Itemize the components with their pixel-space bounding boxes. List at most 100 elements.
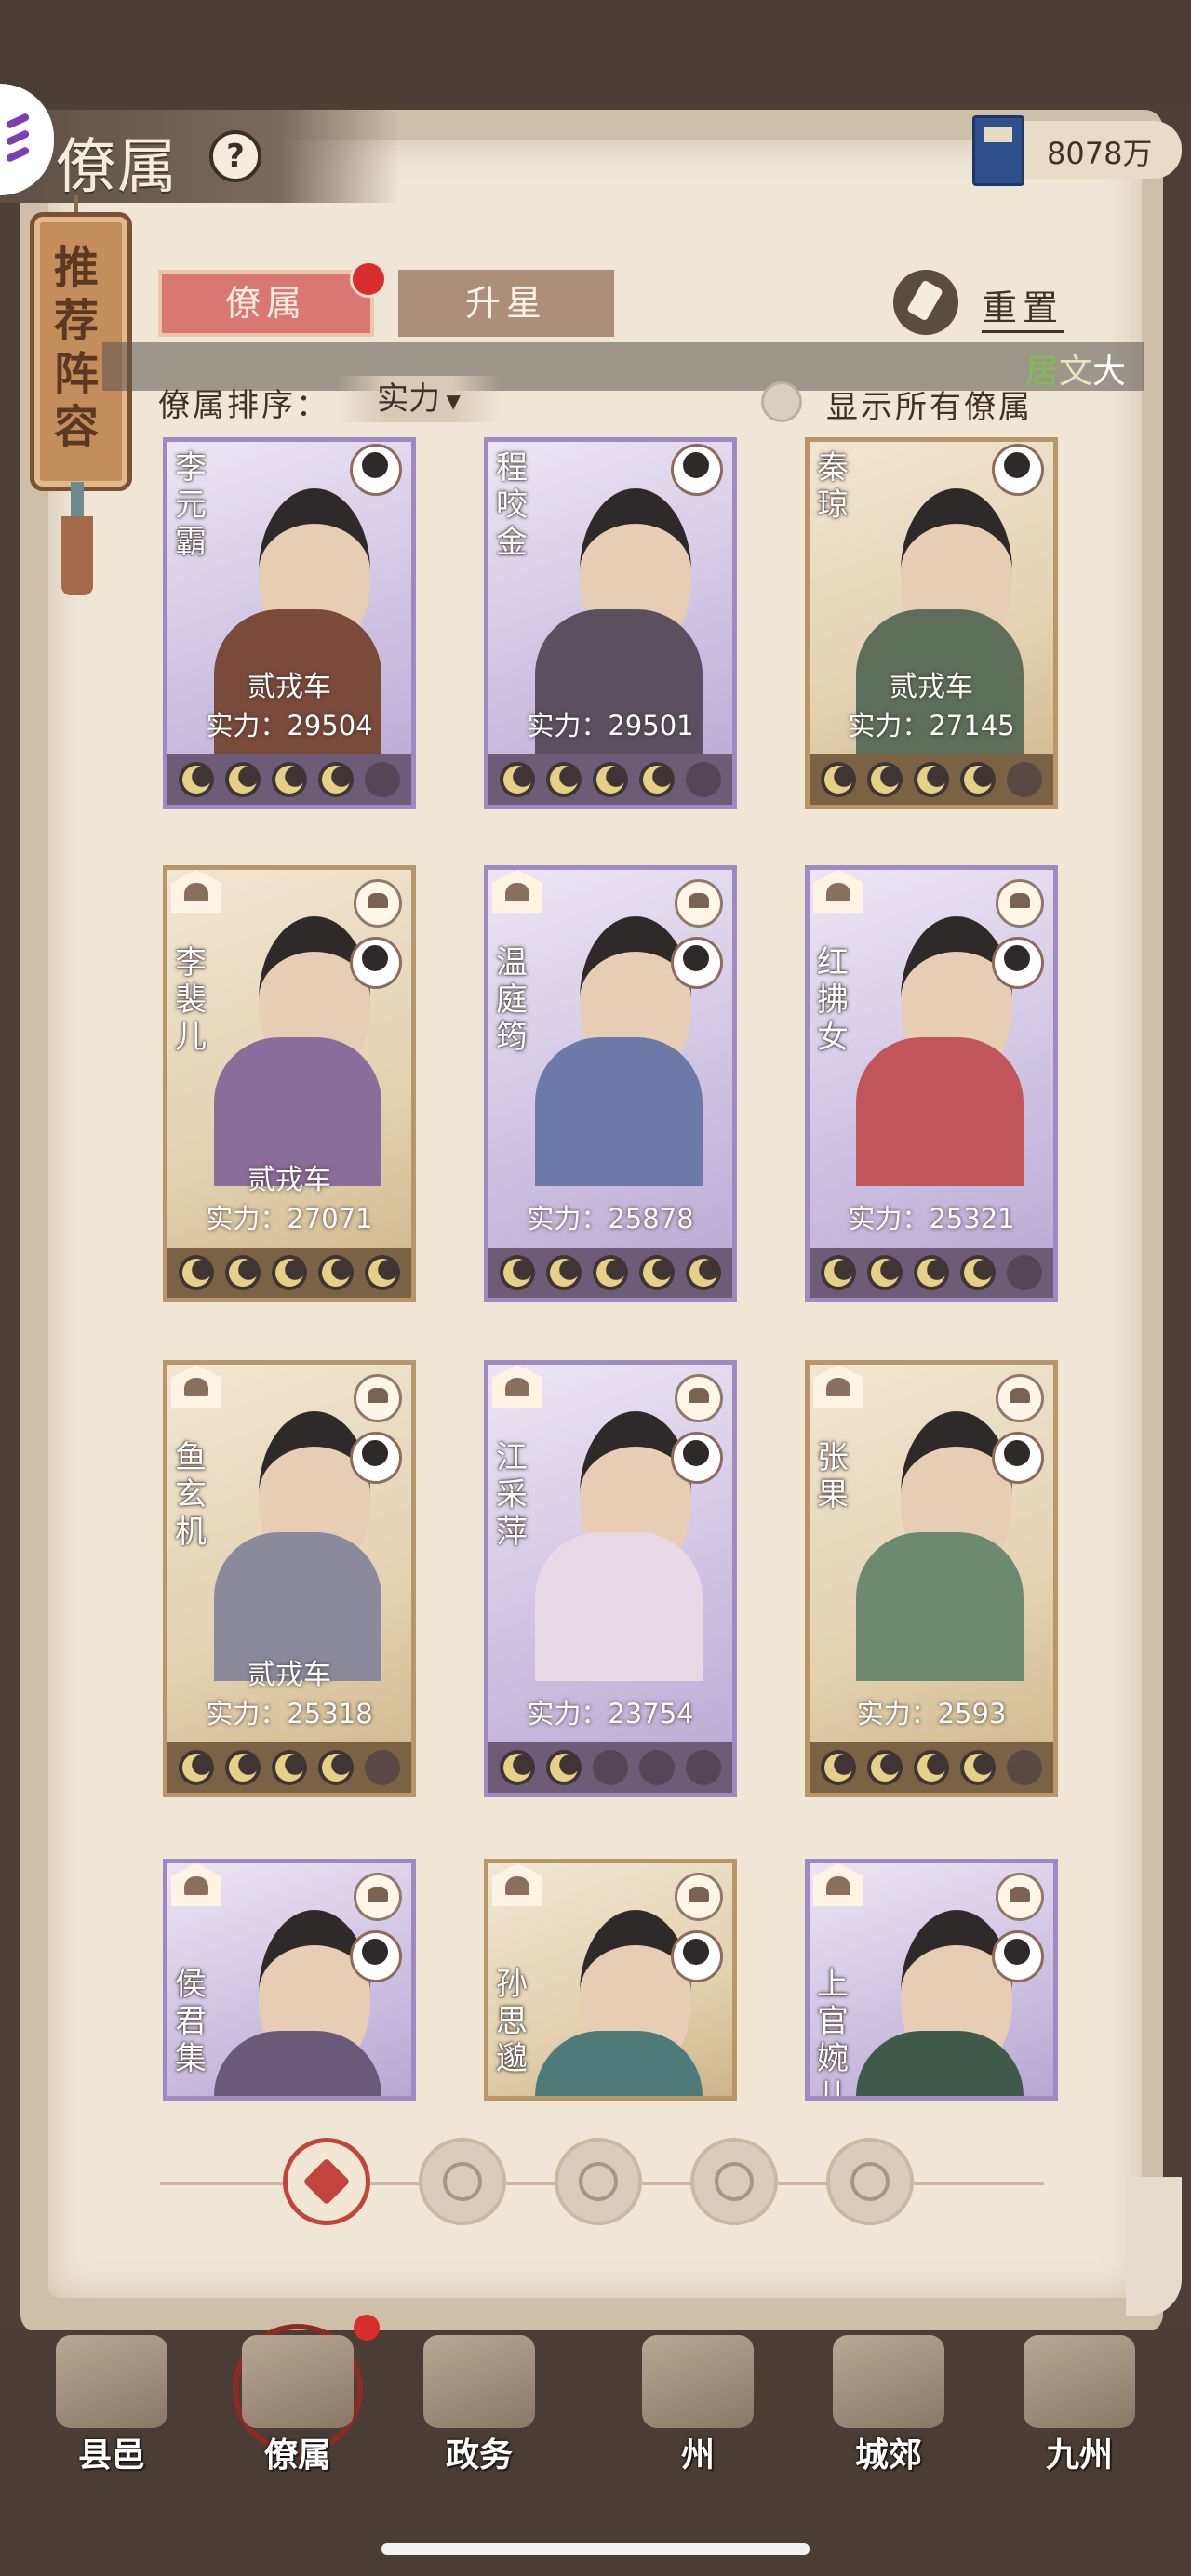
- retainer-card[interactable]: 江采萍 实力：23754: [484, 1360, 737, 1797]
- moon-star-icon: [960, 762, 996, 797]
- retainer-card[interactable]: 鱼玄机 贰戎车 实力：25318: [163, 1360, 416, 1797]
- subtitle-char: 文: [1059, 353, 1093, 391]
- scholar-filter-icon[interactable]: [419, 2138, 506, 2225]
- show-all-checkbox[interactable]: [761, 381, 802, 422]
- nav-retainers[interactable]: 僚属: [214, 2326, 381, 2484]
- retainer-rank: 贰戎车: [248, 671, 331, 703]
- trait-badge-icon: [354, 879, 402, 928]
- gourd-filter-icon[interactable]: [555, 2138, 642, 2225]
- moon-star-icon: [821, 1255, 856, 1290]
- county-gate-icon: [56, 2335, 167, 2428]
- moon-star-icon: [272, 1255, 307, 1290]
- retainer-card[interactable]: 上官婉儿: [805, 1859, 1058, 2101]
- trait-badge-icon: [996, 1873, 1044, 1921]
- retainer-power: 实力：2593: [856, 1698, 1007, 1729]
- page-curl: [1126, 2177, 1182, 2316]
- mountain-icon: [642, 2335, 754, 2428]
- nav-suburbs[interactable]: 城郊: [805, 2326, 972, 2484]
- home-indicator[interactable]: [381, 2543, 810, 2555]
- nav-county[interactable]: 县邑: [28, 2326, 195, 2484]
- retainer-card[interactable]: 孙思邈: [484, 1859, 737, 2101]
- retainer-card[interactable]: 李裴儿 贰戎车 实力：27071: [163, 865, 416, 1302]
- retainer-rank: 贰戎车: [890, 671, 973, 703]
- retainer-card[interactable]: 秦琼 贰戎车 实力：27145: [805, 437, 1058, 809]
- moon-star-icon: [867, 1750, 903, 1785]
- consort-avatar: [350, 444, 402, 496]
- notification-dot: [354, 2315, 380, 2341]
- nav-nine-provinces[interactable]: 九州: [996, 2326, 1163, 2484]
- retainer-power: 实力：29501: [527, 710, 694, 741]
- moon-star-icon: [821, 1750, 856, 1785]
- retainer-card[interactable]: 侯君集: [163, 1859, 416, 2101]
- moon-star-icon: [821, 762, 856, 797]
- retainer-rank: 贰戎车: [248, 1659, 331, 1691]
- retainer-name: 程咬金: [496, 449, 528, 561]
- moon-star-icon: [179, 762, 214, 797]
- retainer-name: 张果: [817, 1439, 849, 1514]
- retainer-portrait: [205, 1901, 391, 2096]
- retainer-power: 实力：27145: [848, 710, 1015, 741]
- retainer-name: 侯君集: [175, 1966, 207, 2077]
- moon-star-icon: [960, 1255, 996, 1290]
- portrait-robe: [856, 1037, 1024, 1186]
- moon-star-icon: [914, 762, 949, 797]
- silver-amount: 8078万: [1047, 136, 1153, 171]
- moon-star-icon: [272, 1750, 307, 1785]
- empty-star-icon: [686, 1750, 721, 1785]
- nav-label: 城郊: [854, 2436, 922, 2475]
- moon-star-icon: [914, 1255, 949, 1290]
- sort-dropdown[interactable]: 实力 ▼: [337, 376, 501, 422]
- affairs-scroll-icon: [423, 2335, 535, 2428]
- moon-star-icon: [318, 762, 354, 797]
- retainer-name: 上官婉儿: [817, 1966, 849, 2101]
- consort-avatar: [350, 1930, 402, 1982]
- moon-star-icon: [593, 762, 628, 797]
- nav-prefecture[interactable]: 州: [614, 2326, 782, 2484]
- retainer-card[interactable]: 程咬金实力：29501: [484, 437, 737, 809]
- portrait-robe: [856, 1532, 1024, 1681]
- retainer-name: 孙思邈: [496, 1966, 528, 2077]
- moon-star-icon: [960, 1750, 996, 1785]
- reset-button[interactable]: 重置: [982, 279, 1064, 333]
- nav-affairs[interactable]: 政务: [395, 2326, 563, 2484]
- nav-label: 僚属: [263, 2436, 331, 2475]
- subtitle-overlay-text: 居文大: [1025, 344, 1126, 393]
- beast-filter-icon[interactable]: [826, 2138, 914, 2225]
- trait-badge-icon: [354, 1873, 402, 1921]
- moon-star-icon: [639, 762, 675, 797]
- retainer-card[interactable]: 温庭筠 实力：25878: [484, 865, 737, 1302]
- retainer-card[interactable]: 红拂女实力：25321: [805, 865, 1058, 1302]
- moon-star-icon: [546, 1255, 582, 1290]
- retainer-card[interactable]: 张果实力：2593: [805, 1360, 1058, 1797]
- all-filter-icon[interactable]: [283, 2138, 370, 2225]
- trait-badge-icon: [996, 1374, 1044, 1422]
- moon-star-icon: [179, 1255, 214, 1290]
- retainer-card[interactable]: 李元霸 贰戎车 实力：29504: [163, 437, 416, 809]
- consort-avatar: [671, 444, 723, 496]
- trait-badge-icon: [354, 1374, 402, 1422]
- moon-star-icon: [546, 762, 582, 797]
- trait-badge-icon: [996, 879, 1044, 928]
- help-icon[interactable]: ?: [209, 130, 261, 182]
- moon-star-icon: [225, 762, 261, 797]
- tab-retainers[interactable]: 僚属: [158, 270, 374, 337]
- retainer-power: 实力：25321: [848, 1203, 1015, 1235]
- retainer-portrait: [526, 1901, 712, 2096]
- page-title: 僚属: [56, 133, 179, 202]
- tab-star-up[interactable]: 升星: [398, 270, 614, 337]
- fan-filter-icon[interactable]: [690, 2138, 778, 2225]
- trait-badge-icon: [675, 1873, 723, 1921]
- sort-selected-value: 实力: [377, 380, 441, 418]
- top-status-area: [0, 0, 1191, 102]
- caret-down-icon: ▼: [440, 390, 461, 412]
- moon-star-icon: [179, 1750, 214, 1785]
- empty-star-icon: [365, 1750, 400, 1785]
- moon-star-icon: [867, 1255, 903, 1290]
- retainer-name: 红拂女: [817, 944, 849, 1056]
- reset-icon[interactable]: [893, 270, 958, 335]
- retainer-power: 实力：25878: [527, 1203, 694, 1235]
- consort-avatar: [671, 1930, 723, 1982]
- suburb-house-icon: [833, 2335, 944, 2428]
- moon-star-icon: [639, 1255, 675, 1290]
- moon-star-icon: [500, 1750, 535, 1785]
